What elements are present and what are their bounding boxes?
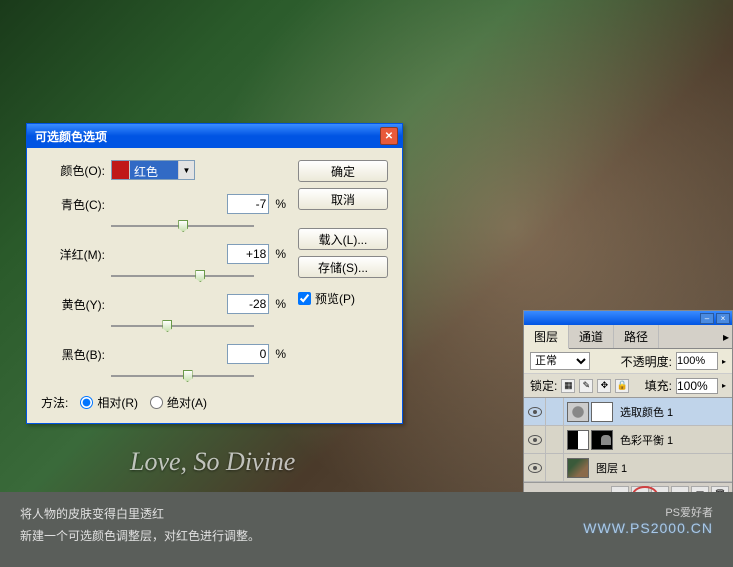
color-label: 颜色(O): [41, 162, 105, 179]
brand-text: PS爱好者 [583, 504, 713, 520]
magenta-input[interactable] [227, 244, 269, 264]
lock-position-icon[interactable]: ✥ [597, 379, 611, 393]
lock-pixels-icon[interactable]: ✎ [579, 379, 593, 393]
visibility-toggle[interactable] [524, 454, 546, 481]
close-panel-icon[interactable]: × [716, 313, 730, 324]
black-slider[interactable] [111, 368, 254, 384]
color-swatch [112, 161, 130, 179]
minimize-icon[interactable]: – [700, 313, 714, 324]
percent-sign: % [275, 347, 286, 361]
layer-item-color-balance[interactable]: 色彩平衡 1 [524, 426, 732, 454]
selective-color-dialog: 可选颜色选项 ✕ 颜色(O): 红色 ▼ 青色(C): % 洋红(M): [26, 123, 403, 424]
cyan-slider[interactable] [111, 218, 254, 234]
brand-url: WWW.PS2000.CN [583, 520, 713, 536]
percent-sign: % [275, 197, 286, 211]
lock-label: 锁定: [530, 377, 557, 394]
link-col[interactable] [546, 426, 564, 453]
dialog-title: 可选颜色选项 [35, 128, 380, 145]
layer-name: 选取颜色 1 [616, 404, 673, 420]
cancel-button[interactable]: 取消 [298, 188, 388, 210]
fill-input[interactable] [676, 378, 718, 394]
link-col[interactable] [546, 454, 564, 481]
radio-absolute[interactable]: 绝对(A) [150, 394, 207, 411]
panel-menu-icon[interactable]: ▸ [720, 325, 732, 348]
layers-panel: – × 图层 通道 路径 ▸ 正常 不透明度: ▸ 锁定: ▦ ✎ ✥ 🔒 填充… [523, 310, 733, 506]
visibility-toggle[interactable] [524, 398, 546, 425]
yellow-label: 黄色(Y): [41, 296, 105, 313]
black-label: 黑色(B): [41, 346, 105, 363]
opacity-arrow-icon[interactable]: ▸ [722, 357, 726, 366]
fill-arrow-icon[interactable]: ▸ [722, 381, 726, 390]
radio-relative-input[interactable] [80, 396, 93, 409]
mask-thumb [591, 430, 613, 450]
tab-paths[interactable]: 路径 [614, 325, 659, 348]
magenta-slider[interactable] [111, 268, 254, 284]
percent-sign: % [275, 247, 286, 261]
adjustment-thumb [567, 430, 589, 450]
eye-icon [528, 435, 542, 445]
preview-checkbox-input[interactable] [298, 292, 311, 305]
preview-checkbox[interactable]: 预览(P) [298, 290, 388, 307]
close-icon[interactable]: ✕ [380, 127, 398, 145]
layer-item-selective-color[interactable]: 选取颜色 1 [524, 398, 732, 426]
ok-button[interactable]: 确定 [298, 160, 388, 182]
link-col[interactable] [546, 398, 564, 425]
tab-layers[interactable]: 图层 [524, 325, 569, 349]
layer-thumb [567, 458, 589, 478]
fill-label: 填充: [645, 377, 672, 394]
radio-relative[interactable]: 相对(R) [80, 394, 138, 411]
magenta-label: 洋红(M): [41, 246, 105, 263]
panel-header[interactable]: – × [524, 311, 732, 325]
adjustment-thumb [567, 402, 589, 422]
cyan-input[interactable] [227, 194, 269, 214]
yellow-slider[interactable] [111, 318, 254, 334]
caption-bar: 将人物的皮肤变得白里透红 新建一个可选颜色调整层，对红色进行调整。 PS爱好者 … [0, 492, 733, 567]
cyan-label: 青色(C): [41, 196, 105, 213]
caption-line1: 将人物的皮肤变得白里透红 [20, 504, 260, 526]
opacity-input[interactable] [676, 352, 718, 370]
image-title-text: Love, So Divine [130, 447, 295, 477]
blend-mode-select[interactable]: 正常 [530, 352, 590, 370]
lock-transparency-icon[interactable]: ▦ [561, 379, 575, 393]
save-button[interactable]: 存储(S)... [298, 256, 388, 278]
tab-channels[interactable]: 通道 [569, 325, 614, 348]
eye-icon [528, 407, 542, 417]
color-dropdown[interactable]: 红色 ▼ [111, 160, 195, 180]
mask-thumb [591, 402, 613, 422]
lock-all-icon[interactable]: 🔒 [615, 379, 629, 393]
radio-absolute-input[interactable] [150, 396, 163, 409]
color-name: 红色 [130, 161, 178, 179]
opacity-label: 不透明度: [621, 353, 672, 370]
yellow-input[interactable] [227, 294, 269, 314]
layer-name: 色彩平衡 1 [616, 432, 673, 448]
dialog-titlebar[interactable]: 可选颜色选项 ✕ [27, 124, 402, 148]
layer-item-layer1[interactable]: 图层 1 [524, 454, 732, 482]
caption-line2: 新建一个可选颜色调整层，对红色进行调整。 [20, 526, 260, 548]
layer-name: 图层 1 [592, 460, 627, 476]
eye-icon [528, 463, 542, 473]
chevron-down-icon: ▼ [178, 161, 194, 179]
load-button[interactable]: 载入(L)... [298, 228, 388, 250]
black-input[interactable] [227, 344, 269, 364]
method-label: 方法: [41, 394, 68, 411]
visibility-toggle[interactable] [524, 426, 546, 453]
percent-sign: % [275, 297, 286, 311]
